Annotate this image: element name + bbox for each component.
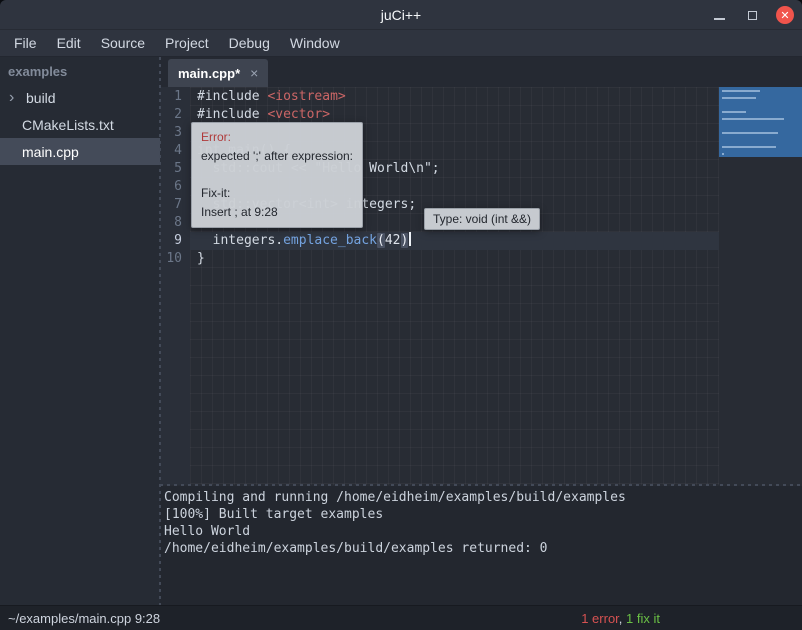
- menu-project[interactable]: Project: [155, 30, 219, 56]
- minimap-code-line: [722, 97, 756, 99]
- code-segment: integers.: [197, 233, 283, 248]
- code-line[interactable]: integers.emplace_back(42): [190, 232, 719, 250]
- terminal-output[interactable]: Compiling and running /home/eidheim/exam…: [160, 486, 802, 605]
- file-tree: ›build CMakeLists.txt main.cpp: [0, 84, 160, 165]
- type-tooltip: Type: void (int &&): [424, 208, 540, 230]
- code-segment: <vector>: [267, 107, 330, 122]
- line-number: 8: [160, 214, 190, 232]
- close-icon: ✕: [780, 9, 789, 22]
- menu-window[interactable]: Window: [280, 30, 350, 56]
- tab-bar: main.cpp* ×: [160, 57, 802, 87]
- line-number: 9: [160, 232, 190, 250]
- line-number-gutter: 12345678910: [160, 87, 190, 485]
- terminal-splitter[interactable]: [160, 484, 802, 486]
- sidebar-header: examples: [0, 57, 160, 84]
- titlebar[interactable]: juCi++ ✕: [0, 0, 802, 30]
- line-number: 2: [160, 106, 190, 124]
- code-segment: #include: [197, 107, 267, 122]
- statusbar: ~/examples/main.cpp 9:28 1 error, 1 fix …: [0, 605, 802, 630]
- minimize-button[interactable]: [710, 6, 728, 24]
- minimize-icon: [714, 18, 725, 20]
- line-number: 3: [160, 124, 190, 142]
- code-segment: emplace_back: [283, 233, 377, 248]
- minimap-code-line: [722, 90, 760, 92]
- tab-main-cpp[interactable]: main.cpp* ×: [168, 59, 268, 87]
- tree-item-label: main.cpp: [22, 144, 79, 160]
- jucipp-window: juCi++ ✕ FileEditSourceProjectDebugWindo…: [0, 0, 802, 630]
- tooltip-error-message: expected ';' after expression:: [201, 147, 353, 166]
- code-segment: }: [197, 251, 205, 266]
- code-segment: <iostream>: [267, 89, 345, 104]
- terminal-line: /home/eidheim/examples/build/examples re…: [164, 540, 802, 557]
- status-separator: ,: [619, 611, 626, 626]
- code-segment: ): [401, 233, 409, 248]
- tree-item-label: build: [26, 90, 56, 106]
- code-segment: 42: [385, 233, 401, 248]
- menu-debug[interactable]: Debug: [219, 30, 280, 56]
- tab-close-icon[interactable]: ×: [250, 66, 258, 80]
- terminal-line: Compiling and running /home/eidheim/exam…: [164, 489, 802, 506]
- restore-button[interactable]: [743, 6, 761, 24]
- chevron-right-icon[interactable]: ›: [0, 84, 26, 111]
- status-diagnostics: 1 error, 1 fix it: [581, 611, 660, 626]
- minimap-code-line: [722, 146, 776, 148]
- line-number: 6: [160, 178, 190, 196]
- code-segment: #include: [197, 89, 267, 104]
- close-button[interactable]: ✕: [776, 6, 794, 24]
- diagnostic-tooltip: Error: expected ';' after expression: Fi…: [191, 122, 363, 228]
- minimap[interactable]: [719, 87, 802, 485]
- menu-source[interactable]: Source: [91, 30, 155, 56]
- tree-item-main-cpp[interactable]: main.cpp: [0, 138, 160, 165]
- line-number: 1: [160, 88, 190, 106]
- tooltip-fixit-title: Fix-it:: [201, 184, 353, 203]
- sidebar-splitter[interactable]: [159, 57, 161, 605]
- minimap-code-line: [722, 111, 746, 113]
- terminal-line: [100%] Built target examples: [164, 506, 802, 523]
- terminal-line: Hello World: [164, 523, 802, 540]
- status-fixit-count: 1 fix it: [626, 611, 660, 626]
- status-error-count: 1 error: [581, 611, 619, 626]
- restore-icon: [748, 11, 757, 20]
- minimap-code-line: [722, 118, 784, 120]
- menubar: FileEditSourceProjectDebugWindow: [0, 30, 802, 57]
- file-sidebar: examples ›build CMakeLists.txt main.cpp: [0, 57, 160, 605]
- menu-file[interactable]: File: [4, 30, 47, 56]
- code-segment: (: [377, 233, 385, 248]
- tooltip-error-title: Error:: [201, 128, 353, 147]
- status-file-location: ~/examples/main.cpp 9:28: [0, 611, 160, 626]
- tab-label: main.cpp*: [178, 66, 240, 81]
- code-line[interactable]: #include <iostream>: [190, 88, 719, 106]
- line-number: 7: [160, 196, 190, 214]
- line-number: 10: [160, 250, 190, 268]
- window-controls: ✕: [710, 0, 794, 30]
- tree-item-build[interactable]: ›build: [0, 84, 160, 111]
- code-line[interactable]: }: [190, 250, 719, 268]
- minimap-viewport[interactable]: [719, 87, 802, 157]
- tree-item-label: CMakeLists.txt: [22, 117, 114, 133]
- menu-edit[interactable]: Edit: [47, 30, 91, 56]
- line-number: 5: [160, 160, 190, 178]
- minimap-code-line: [722, 153, 724, 155]
- tree-item-cmakelists-txt[interactable]: CMakeLists.txt: [0, 111, 160, 138]
- minimap-code-line: [722, 132, 778, 134]
- text-cursor: [409, 232, 411, 246]
- tooltip-fixit-action: Insert ; at 9:28: [201, 203, 353, 222]
- window-title: juCi++: [381, 7, 421, 23]
- line-number: 4: [160, 142, 190, 160]
